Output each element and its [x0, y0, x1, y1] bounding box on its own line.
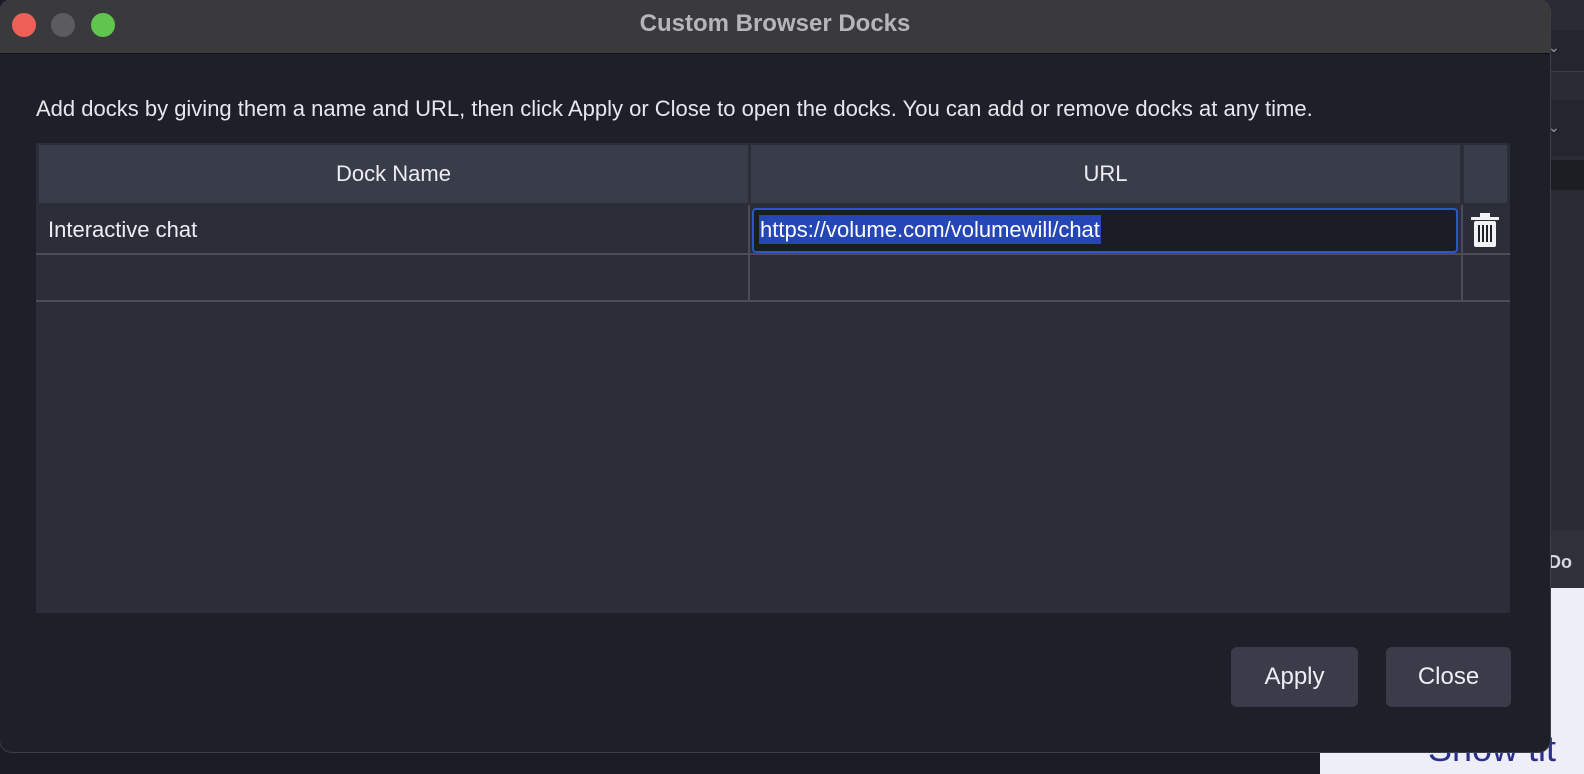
- column-header-url[interactable]: URL: [751, 145, 1460, 203]
- column-header-dock-name[interactable]: Dock Name: [39, 145, 748, 203]
- docks-table: Dock Name URL Interactive chat https://v…: [36, 143, 1510, 613]
- trash-icon[interactable]: [1469, 213, 1501, 247]
- column-header-actions: [1464, 145, 1507, 203]
- column-divider: [748, 205, 750, 302]
- custom-browser-docks-dialog: Custom Browser Docks Add docks by giving…: [0, 0, 1550, 752]
- selected-url-text: https://volume.com/volumewill/chat: [759, 215, 1101, 244]
- table-row[interactable]: [36, 255, 1510, 302]
- url-input[interactable]: https://volume.com/volumewill/chat: [752, 208, 1458, 253]
- apply-button[interactable]: Apply: [1231, 647, 1358, 707]
- dialog-description: Add docks by giving them a name and URL,…: [36, 96, 1313, 121]
- close-button[interactable]: Close: [1386, 647, 1511, 707]
- dock-name-cell[interactable]: Interactive chat: [48, 217, 197, 243]
- column-divider: [1461, 205, 1463, 302]
- background-label: Do: [1548, 552, 1572, 572]
- title-bar: Custom Browser Docks: [0, 0, 1550, 54]
- window-title: Custom Browser Docks: [639, 10, 911, 37]
